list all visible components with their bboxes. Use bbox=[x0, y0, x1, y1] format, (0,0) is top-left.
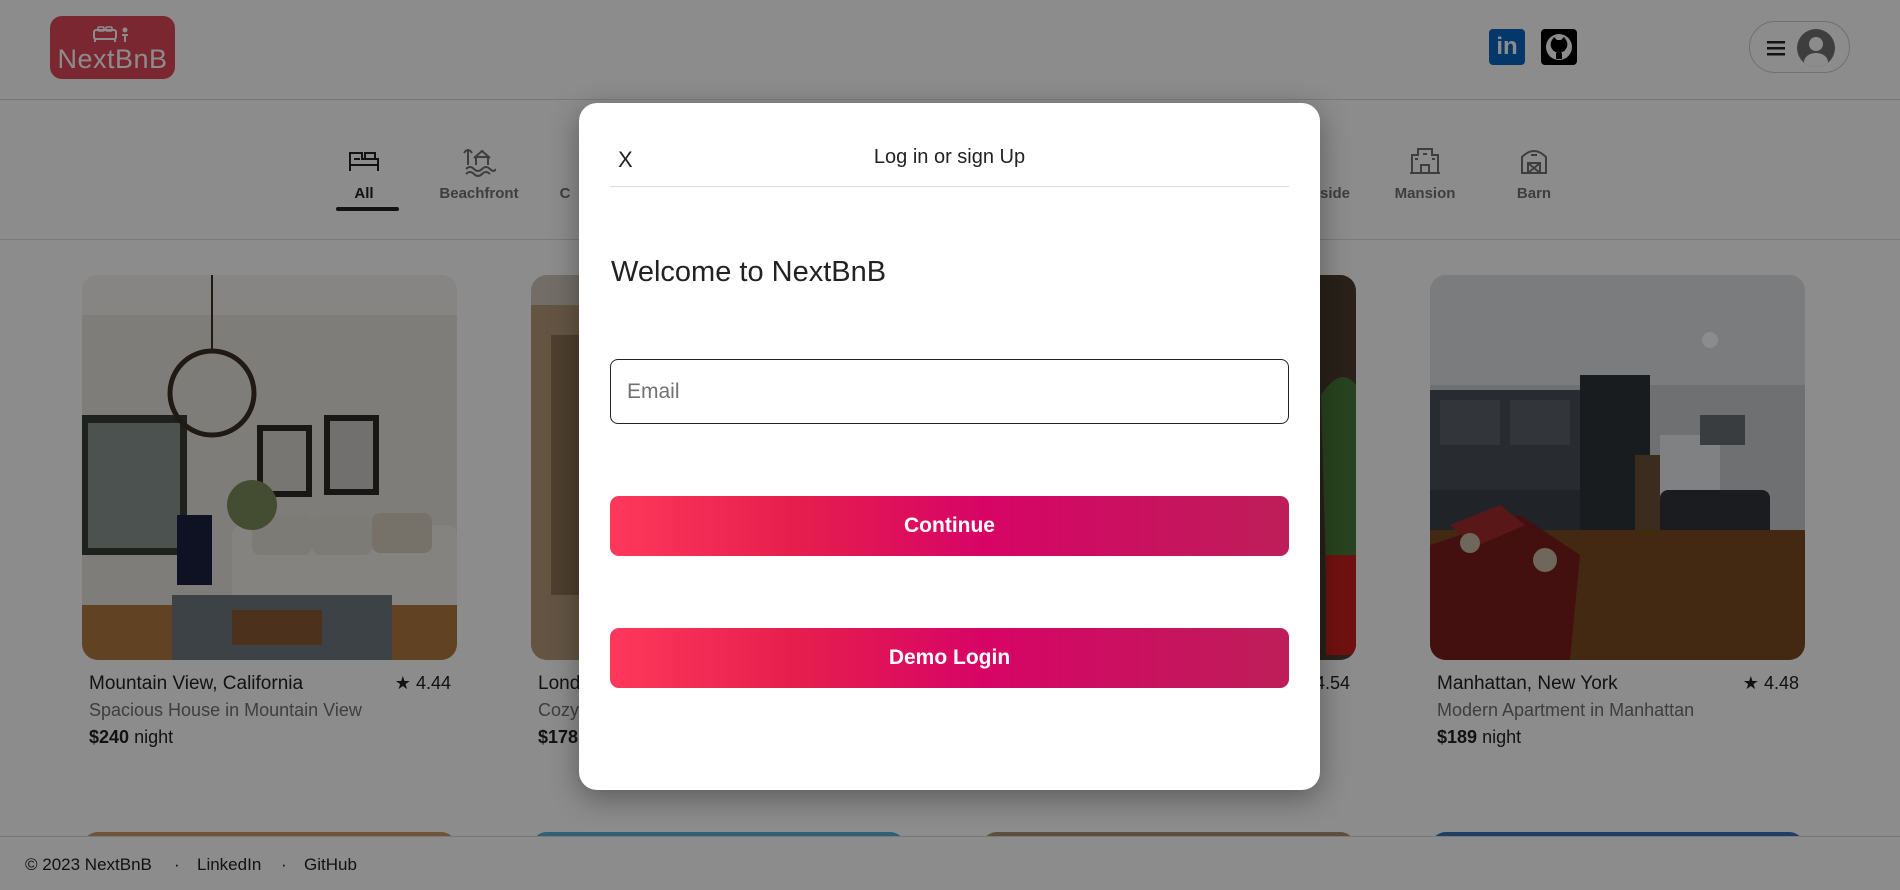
demo-login-button[interactable]: Demo Login bbox=[610, 628, 1289, 688]
email-input[interactable] bbox=[610, 359, 1289, 424]
modal-divider bbox=[610, 186, 1289, 187]
welcome-heading: Welcome to NextBnB bbox=[611, 256, 887, 288]
modal-title: Log in or sign Up bbox=[873, 146, 1026, 168]
login-modal: X Log in or sign Up Welcome to NextBnB C… bbox=[579, 103, 1320, 790]
continue-button[interactable]: Continue bbox=[610, 496, 1289, 556]
